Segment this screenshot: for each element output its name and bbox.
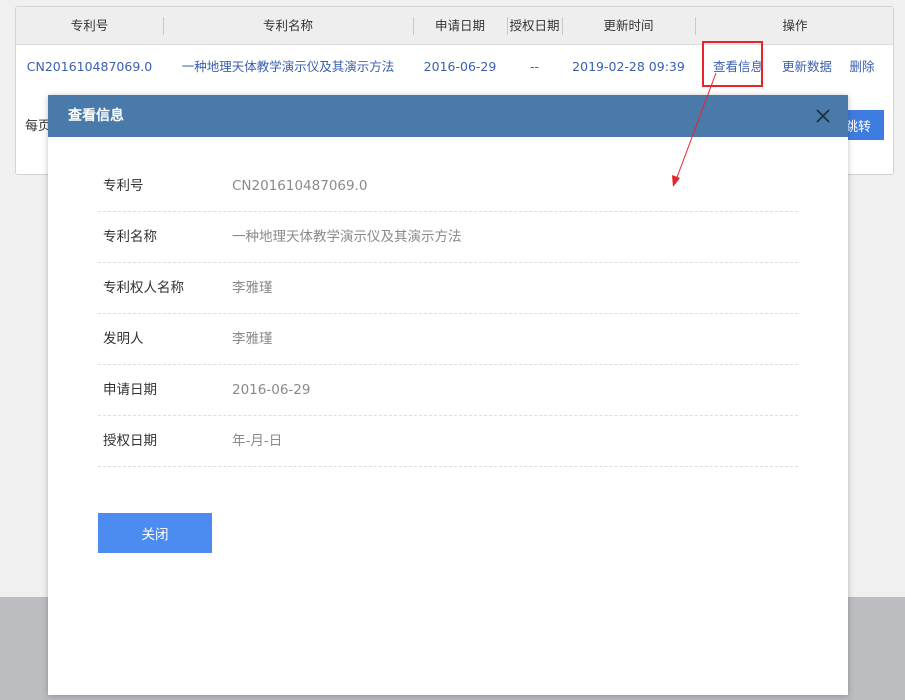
header-patent-name: 专利名称 xyxy=(262,18,313,33)
header-grant-date: 授权日期 xyxy=(509,18,560,33)
info-row-patentee: 专利权人名称 李雅瑾 xyxy=(98,263,798,314)
info-label: 申请日期 xyxy=(103,382,157,398)
close-button[interactable]: 关闭 xyxy=(98,513,212,553)
info-value: CN201610487069.0 xyxy=(232,178,368,194)
info-value: 2016-06-29 xyxy=(232,382,311,398)
page: 专利号 专利名称 申请日期 授权日期 更新时间 操作 CN20161048706… xyxy=(0,0,905,700)
cell-update-time: 2019-02-28 09:39 xyxy=(572,59,685,74)
info-value: 年-月-日 xyxy=(232,433,283,449)
info-row-patent-name: 专利名称 一种地理天体教学演示仪及其演示方法 xyxy=(98,212,798,263)
modal-title: 查看信息 xyxy=(68,108,124,124)
info-label: 专利号 xyxy=(103,178,144,194)
cell-patent-no-link[interactable]: CN201610487069.0 xyxy=(16,45,163,89)
info-value: 一种地理天体教学演示仪及其演示方法 xyxy=(232,229,462,245)
header-actions: 操作 xyxy=(782,18,808,33)
info-label: 专利权人名称 xyxy=(103,280,184,296)
cell-apply-date: 2016-06-29 xyxy=(423,59,497,74)
view-info-modal: 查看信息 专利号 CN201610487069.0 专利名称 一种地理天体教学演… xyxy=(48,95,848,695)
header-patent-no: 专利号 xyxy=(70,18,109,33)
info-label: 专利名称 xyxy=(103,229,157,245)
info-label: 发明人 xyxy=(103,331,144,347)
info-row-inventor: 发明人 李雅瑾 xyxy=(98,314,798,365)
update-data-link[interactable]: 更新数据 xyxy=(777,45,837,89)
view-info-link[interactable]: 查看信息 xyxy=(708,45,768,89)
info-row-apply-date: 申请日期 2016-06-29 xyxy=(98,365,798,416)
info-row-patent-no: 专利号 CN201610487069.0 xyxy=(98,161,798,212)
info-row-grant-date: 授权日期 年-月-日 xyxy=(98,416,798,467)
modal-header: 查看信息 xyxy=(48,95,848,137)
row-divider xyxy=(98,466,798,467)
info-value: 李雅瑾 xyxy=(232,331,273,347)
info-value: 李雅瑾 xyxy=(232,280,273,296)
cell-patent-name-link[interactable]: 一种地理天体教学演示仪及其演示方法 xyxy=(163,45,413,89)
info-label: 授权日期 xyxy=(103,433,157,449)
header-apply-date: 申请日期 xyxy=(434,18,485,33)
delete-link[interactable]: 删除 xyxy=(843,45,881,89)
close-icon[interactable] xyxy=(813,106,833,126)
cell-grant-date: -- xyxy=(529,59,540,74)
table-header: 专利号 专利名称 申请日期 授权日期 更新时间 操作 xyxy=(16,7,893,45)
header-update-time: 更新时间 xyxy=(603,18,654,33)
